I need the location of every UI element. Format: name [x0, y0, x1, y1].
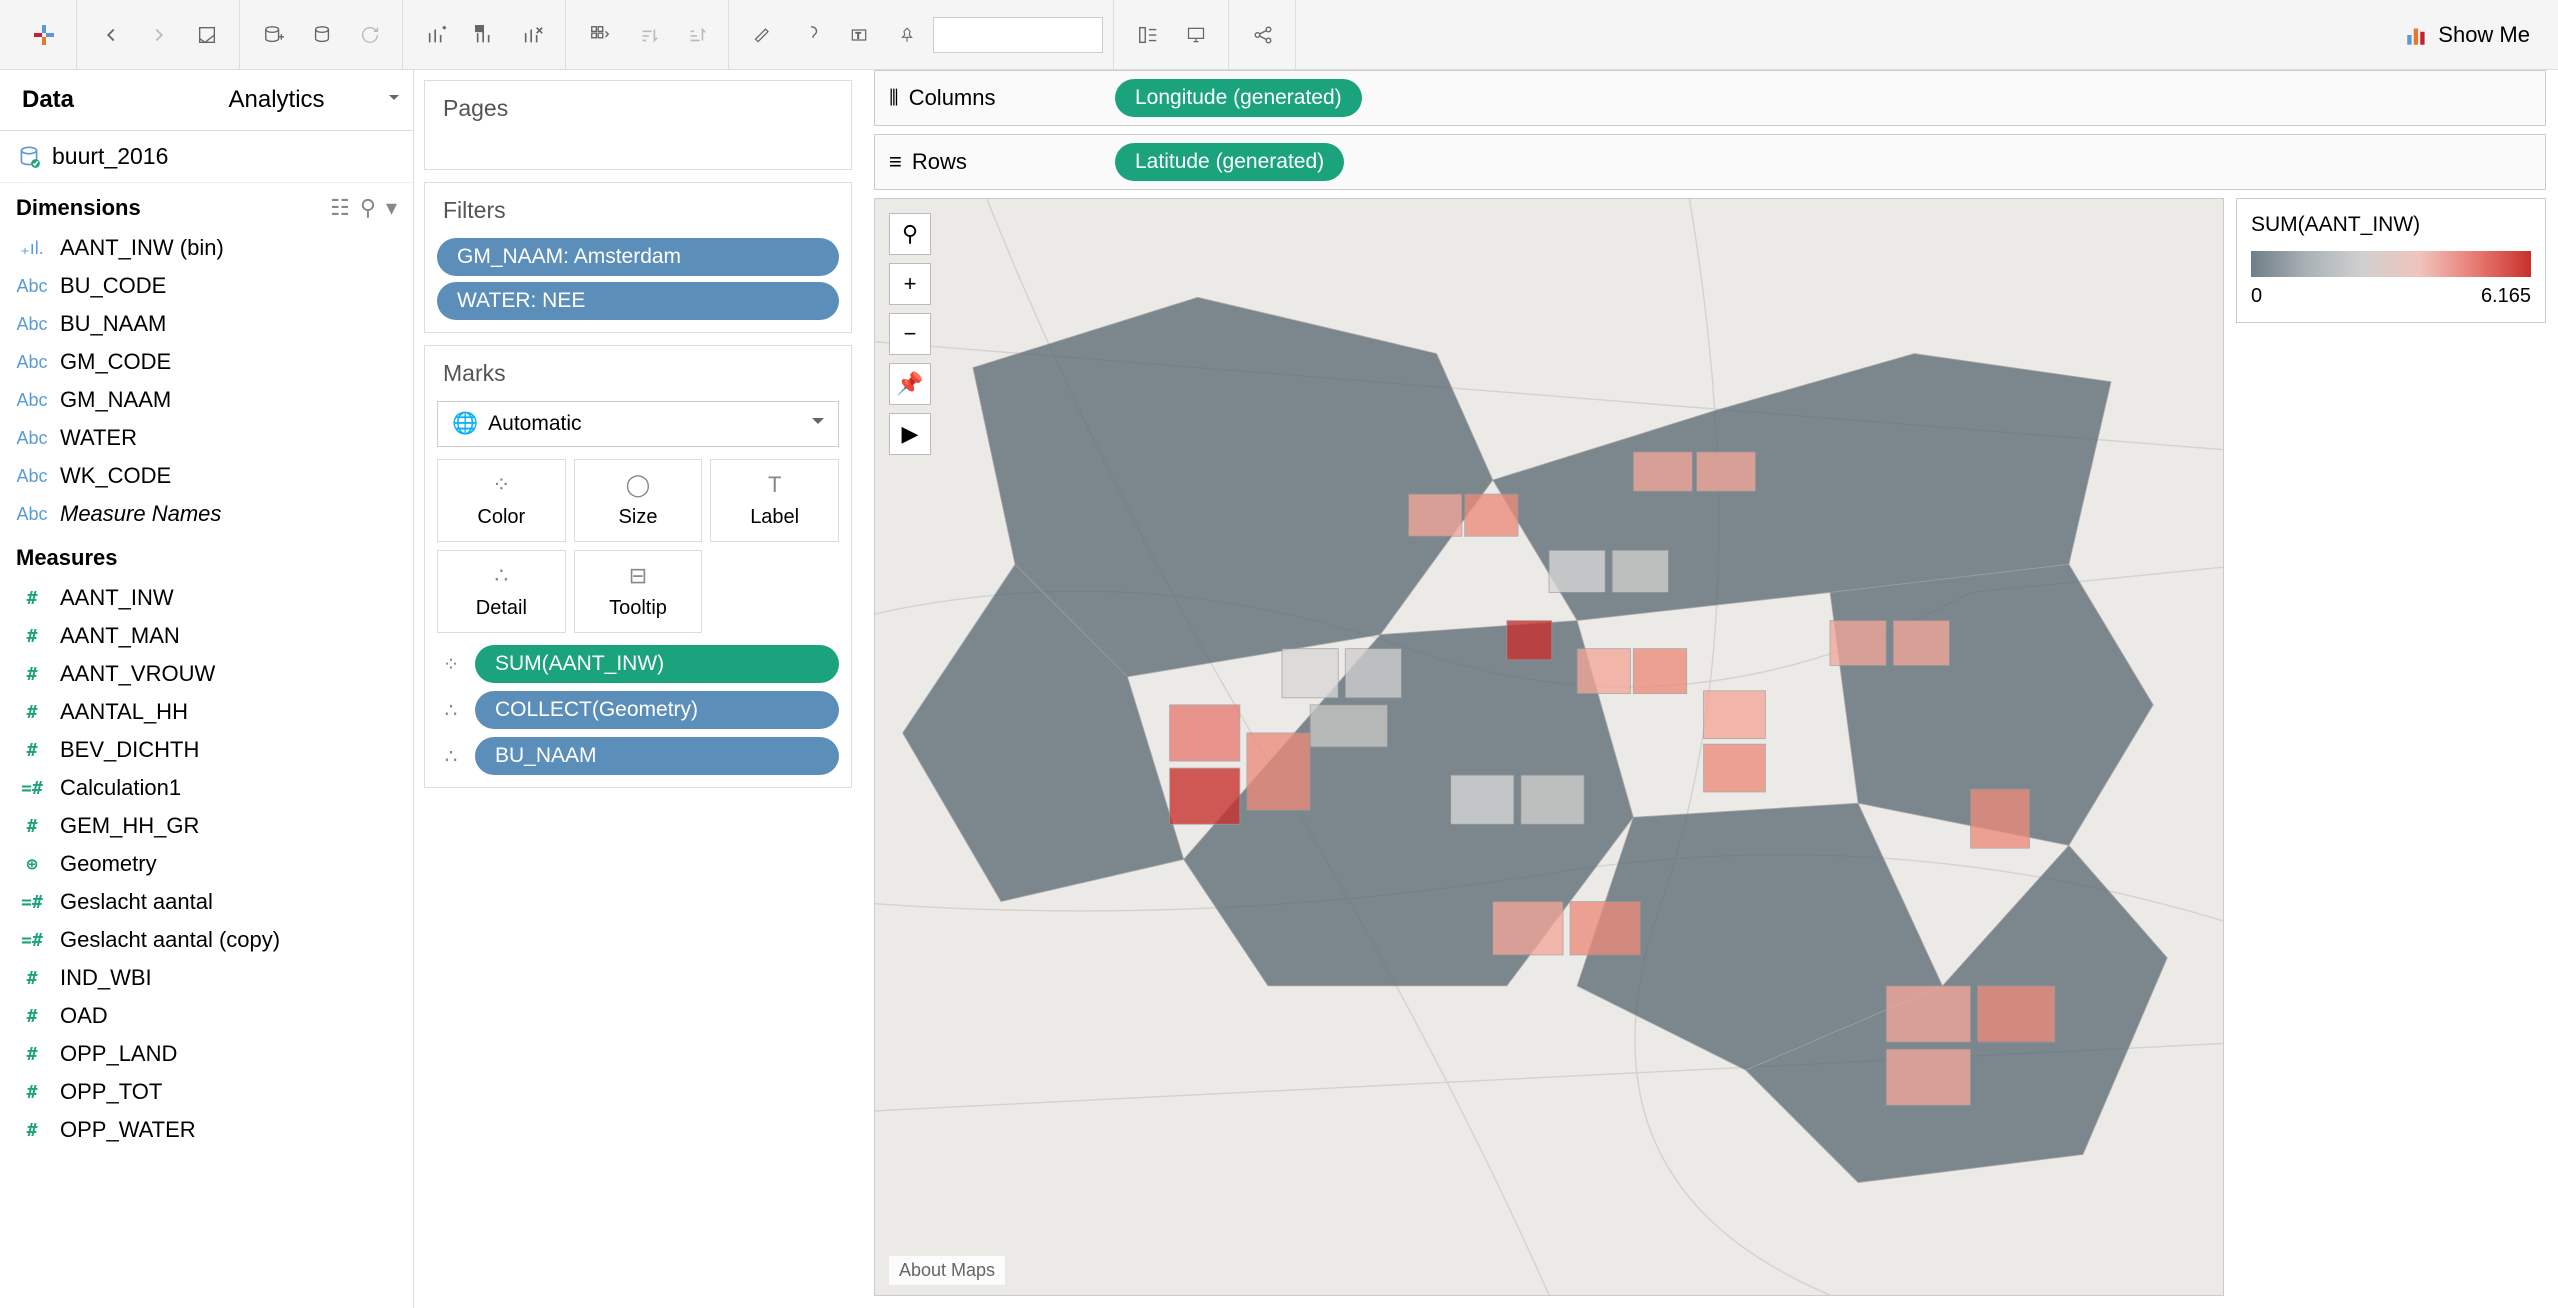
map-zoom-in-button[interactable]: +	[889, 263, 931, 305]
view-icon[interactable]: ☷	[330, 195, 350, 221]
measure-field[interactable]: =#Calculation1	[0, 769, 413, 807]
svg-text:T: T	[856, 30, 861, 40]
fit-dropdown[interactable]	[933, 17, 1103, 53]
legend-gradient[interactable]	[2251, 251, 2531, 277]
rows-shelf[interactable]: ≡Rows Latitude (generated)	[874, 134, 2546, 190]
refresh-button[interactable]	[348, 13, 392, 57]
measure-field[interactable]: =#Geslacht aantal	[0, 883, 413, 921]
marks-type-dropdown[interactable]: 🌐Automatic	[437, 401, 839, 447]
mark-color-button[interactable]: ⁘Color	[437, 459, 566, 542]
measure-field[interactable]: #OPP_TOT	[0, 1073, 413, 1111]
presentation-button[interactable]	[1174, 13, 1218, 57]
logo-icon[interactable]	[22, 13, 66, 57]
back-button[interactable]	[89, 13, 133, 57]
dimension-field[interactable]: AbcWK_CODE	[0, 457, 413, 495]
swap-button[interactable]	[578, 13, 622, 57]
filter-pill[interactable]: GM_NAAM: Amsterdam	[437, 238, 839, 276]
pause-updates-button[interactable]	[300, 13, 344, 57]
share-button[interactable]	[1241, 13, 1285, 57]
dimension-field[interactable]: AbcBU_CODE	[0, 267, 413, 305]
mark-pill[interactable]: SUM(AANT_INW)	[475, 645, 839, 683]
mark-pill[interactable]: COLLECT(Geometry)	[475, 691, 839, 729]
new-worksheet-button[interactable]	[415, 13, 459, 57]
about-maps-label[interactable]: About Maps	[889, 1256, 1005, 1285]
pages-card[interactable]: Pages	[424, 80, 852, 170]
legend-title: SUM(AANT_INW)	[2251, 213, 2531, 237]
rows-pill[interactable]: Latitude (generated)	[1115, 143, 1344, 181]
datasource-row[interactable]: buurt_2016	[0, 131, 413, 183]
filter-pill[interactable]: WATER: NEE	[437, 282, 839, 320]
highlight-button[interactable]	[741, 13, 785, 57]
measure-field[interactable]: #AANTAL_HH	[0, 693, 413, 731]
sort-desc-button[interactable]	[674, 13, 718, 57]
color-legend: SUM(AANT_INW) 0 6.165	[2236, 198, 2546, 1296]
legend-max: 6.165	[2481, 285, 2531, 308]
pin-button[interactable]	[885, 13, 929, 57]
main-toolbar: T Show Me	[0, 0, 2558, 70]
tab-analytics[interactable]: Analytics	[207, 70, 414, 130]
measure-field[interactable]: #GEM_HH_GR	[0, 807, 413, 845]
map-pin-button[interactable]: 📌	[889, 363, 931, 405]
dimension-field[interactable]: AbcBU_NAAM	[0, 305, 413, 343]
filters-card: Filters GM_NAAM: AmsterdamWATER: NEE	[424, 182, 852, 333]
mark-label-button[interactable]: TLabel	[710, 459, 839, 542]
dimension-field[interactable]: AbcGM_CODE	[0, 343, 413, 381]
new-datasource-button[interactable]	[252, 13, 296, 57]
measure-field[interactable]: #AANT_MAN	[0, 617, 413, 655]
map-play-button[interactable]: ▶	[889, 413, 931, 455]
duplicate-button[interactable]	[463, 13, 507, 57]
marks-card: Marks 🌐Automatic ⁘Color◯SizeTLabel∴Detai…	[424, 345, 852, 788]
map-search-button[interactable]: ⚲	[889, 213, 931, 255]
cards-pane: Pages Filters GM_NAAM: AmsterdamWATER: N…	[414, 70, 862, 1308]
mark-tooltip-button[interactable]: ⊟Tooltip	[574, 550, 703, 633]
viz-pane: ⦀Columns Longitude (generated) ≡Rows Lat…	[862, 70, 2558, 1308]
mark-detail-button[interactable]: ∴Detail	[437, 550, 566, 633]
dimension-field[interactable]: AbcGM_NAAM	[0, 381, 413, 419]
forward-button[interactable]	[137, 13, 181, 57]
map-view[interactable]: ⚲ + − 📌 ▶	[874, 198, 2224, 1296]
measure-field[interactable]: #AANT_INW	[0, 579, 413, 617]
tab-data[interactable]: Data	[0, 70, 207, 130]
measure-field[interactable]: #OPP_LAND	[0, 1035, 413, 1073]
dimension-field[interactable]: AbcWATER	[0, 419, 413, 457]
measure-field[interactable]: #IND_WBI	[0, 959, 413, 997]
dimension-field[interactable]: ₊ıl.AANT_INW (bin)	[0, 229, 413, 267]
menu-icon[interactable]: ▾	[386, 195, 397, 221]
measure-field[interactable]: #AANT_VROUW	[0, 655, 413, 693]
show-cards-button[interactable]	[1126, 13, 1170, 57]
search-icon[interactable]: ⚲	[360, 195, 376, 221]
mark-pill[interactable]: BU_NAAM	[475, 737, 839, 775]
measure-field[interactable]: =#Geslacht aantal (copy)	[0, 921, 413, 959]
columns-pill[interactable]: Longitude (generated)	[1115, 79, 1362, 117]
mark-label-button[interactable]: T	[837, 13, 881, 57]
columns-shelf[interactable]: ⦀Columns Longitude (generated)	[874, 70, 2546, 126]
measure-field[interactable]: #OAD	[0, 997, 413, 1035]
sort-asc-button[interactable]	[626, 13, 670, 57]
group-button[interactable]	[789, 13, 833, 57]
map-zoom-out-button[interactable]: −	[889, 313, 931, 355]
measure-field[interactable]: #BEV_DICHTH	[0, 731, 413, 769]
measure-field[interactable]: ⊕Geometry	[0, 845, 413, 883]
data-pane: Data Analytics buurt_2016 Dimensions ☷⚲▾…	[0, 70, 414, 1308]
measures-header: Measures	[0, 533, 413, 579]
mark-size-button[interactable]: ◯Size	[574, 459, 703, 542]
dimension-field[interactable]: AbcMeasure Names	[0, 495, 413, 533]
save-button[interactable]	[185, 13, 229, 57]
legend-min: 0	[2251, 285, 2262, 308]
measure-field[interactable]: #OPP_WATER	[0, 1111, 413, 1149]
show-me-button[interactable]: Show Me	[2388, 22, 2546, 48]
clear-button[interactable]	[511, 13, 555, 57]
dimensions-header: Dimensions ☷⚲▾	[0, 183, 413, 229]
